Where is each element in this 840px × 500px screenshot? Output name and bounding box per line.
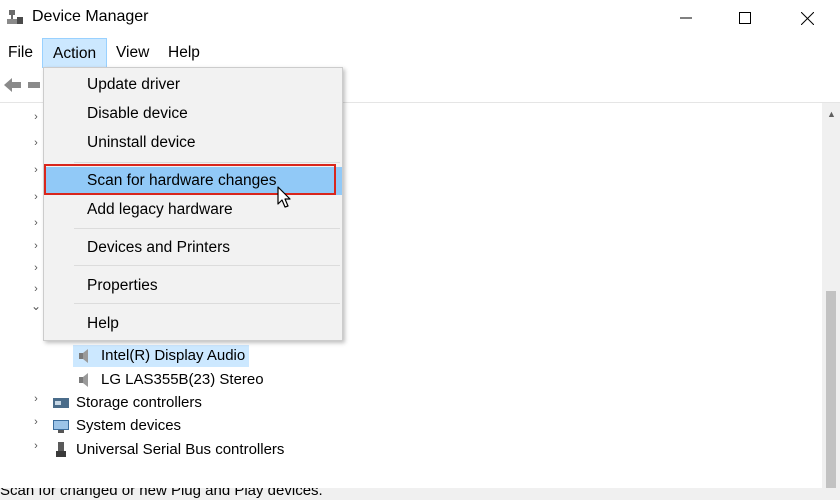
menu-item-update-driver[interactable]: Update driver bbox=[44, 71, 342, 99]
close-button[interactable] bbox=[775, 0, 839, 36]
tree-item-label: Intel(R) Display Audio bbox=[101, 347, 246, 364]
menu-bar: File Action View Help bbox=[0, 38, 840, 68]
expand-arrow-icon[interactable]: › bbox=[30, 262, 42, 284]
menu-item-help[interactable]: Help bbox=[44, 310, 342, 338]
menu-item-label: Update driver bbox=[87, 76, 181, 93]
tree-item-label: Storage controllers bbox=[76, 394, 202, 411]
collapse-arrow-icon[interactable]: ⌄ bbox=[30, 299, 42, 321]
expand-arrow-icon[interactable]: › bbox=[30, 393, 42, 415]
tree-item-intel-display-audio[interactable]: Intel(R) Display Audio bbox=[73, 345, 249, 367]
minimize-button[interactable] bbox=[654, 0, 718, 36]
maximize-button[interactable] bbox=[713, 0, 777, 36]
title-bar: Device Manager bbox=[0, 0, 840, 36]
menu-separator bbox=[74, 228, 340, 229]
action-menu-dropdown: Update driver Disable device Uninstall d… bbox=[43, 67, 343, 341]
menu-separator bbox=[74, 162, 340, 163]
maximize-icon bbox=[739, 12, 751, 24]
storage-controller-icon bbox=[53, 398, 69, 409]
tree-category-storage-controllers[interactable]: Storage controllers bbox=[52, 392, 202, 414]
tree-item-label: System devices bbox=[76, 417, 182, 434]
menu-item-add-legacy-hardware[interactable]: Add legacy hardware bbox=[44, 196, 342, 224]
expand-arrow-icon[interactable]: › bbox=[30, 217, 42, 239]
tree-item-label: Universal Serial Bus controllers bbox=[76, 441, 285, 458]
expand-arrow-icon[interactable]: › bbox=[30, 440, 42, 462]
speaker-icon bbox=[79, 349, 88, 364]
scrollbar-thumb[interactable] bbox=[826, 291, 836, 488]
tree-category-usb-controllers[interactable]: Universal Serial Bus controllers bbox=[52, 439, 284, 461]
menu-view[interactable]: View bbox=[108, 38, 157, 68]
menu-item-properties[interactable]: Properties bbox=[44, 272, 342, 300]
menu-item-uninstall-device[interactable]: Uninstall device bbox=[44, 129, 342, 157]
expand-arrow-icon[interactable]: › bbox=[30, 416, 42, 438]
menu-item-label: Properties bbox=[87, 277, 158, 294]
usb-icon bbox=[56, 442, 66, 458]
device-manager-icon bbox=[7, 10, 23, 24]
mouse-cursor-icon bbox=[277, 186, 291, 208]
tree-item-lg-stereo[interactable]: LG LAS355B(23) Stereo bbox=[73, 369, 264, 391]
scroll-up-icon[interactable]: ▲ bbox=[827, 109, 836, 119]
menu-action[interactable]: Action bbox=[42, 38, 108, 68]
speaker-icon bbox=[79, 373, 88, 388]
tree-item-label: LG LAS355B(23) Stereo bbox=[101, 371, 264, 388]
expand-arrow-icon[interactable]: › bbox=[30, 137, 42, 159]
menu-item-label: Uninstall device bbox=[87, 134, 196, 151]
close-icon bbox=[800, 11, 814, 25]
expand-arrow-icon[interactable]: › bbox=[30, 191, 42, 213]
back-arrow-icon[interactable] bbox=[2, 76, 22, 94]
tree-category-system-devices[interactable]: System devices bbox=[52, 415, 181, 437]
expand-arrow-icon[interactable]: › bbox=[30, 111, 42, 133]
menu-item-label: Disable device bbox=[87, 105, 188, 122]
expand-arrow-icon[interactable]: › bbox=[30, 164, 42, 186]
menu-separator bbox=[74, 265, 340, 266]
menu-separator bbox=[74, 303, 340, 304]
minimize-icon bbox=[680, 17, 692, 19]
expand-arrow-icon[interactable]: › bbox=[30, 240, 42, 262]
forward-arrow-icon[interactable] bbox=[28, 76, 40, 94]
vertical-scrollbar[interactable]: ▲ bbox=[822, 103, 840, 488]
menu-item-disable-device[interactable]: Disable device bbox=[44, 100, 342, 128]
status-bar: Scan for changed or new Plug and Play de… bbox=[0, 488, 840, 500]
menu-help[interactable]: Help bbox=[160, 38, 208, 68]
menu-item-label: Devices and Printers bbox=[87, 239, 231, 256]
menu-file[interactable]: File bbox=[0, 38, 41, 68]
status-text: Scan for changed or new Plug and Play de… bbox=[0, 488, 323, 499]
menu-item-devices-and-printers[interactable]: Devices and Printers bbox=[44, 234, 342, 262]
window-title: Device Manager bbox=[32, 8, 149, 25]
menu-item-label: Help bbox=[87, 315, 119, 332]
menu-item-label: Add legacy hardware bbox=[87, 201, 233, 218]
system-devices-icon bbox=[53, 420, 69, 434]
